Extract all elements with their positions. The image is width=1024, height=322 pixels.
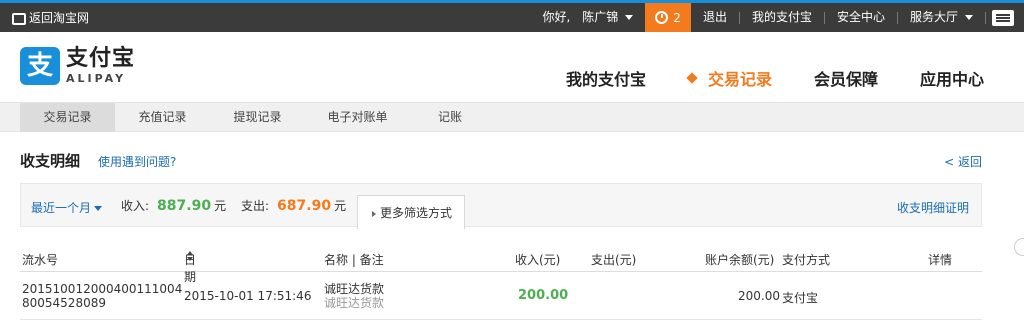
col-expense: 支出(元) — [591, 253, 637, 267]
my-alipay-link[interactable]: 我的支付宝 — [740, 3, 824, 32]
income-unit: 元 — [214, 199, 227, 213]
col-name-note: 名称 | 备注 — [324, 253, 384, 267]
row-date: 2015-10-01 17:51:46 — [184, 289, 312, 303]
col-income: 收入(元) — [515, 253, 561, 267]
row-name-note: 诚旺达货款 诚旺达货款 — [324, 282, 384, 310]
header: 支 支付宝 ALIPAY 我的支付宝 交易记录 会员保障 应用中心 — [0, 32, 1024, 102]
reminder-button[interactable]: 2 — [645, 3, 691, 32]
expense-summary: 支出: 687.90 元 — [241, 197, 346, 214]
expense-total: 687.90 — [277, 198, 332, 214]
service-hall-label: 服务大厅 — [909, 10, 958, 24]
expense-label: 支出: — [241, 199, 270, 213]
main-nav-apps[interactable]: 应用中心 — [920, 66, 984, 90]
side-float-button[interactable] — [1014, 238, 1024, 256]
alipay-logo-mark: 支 — [20, 47, 60, 85]
date-range-label: 最近一个月 — [31, 201, 92, 215]
logout-link[interactable]: 退出 — [691, 3, 739, 32]
table-header: 流水号 日期 名称 | 备注 收入(元) 支出(元) 账户余额(元) 支付方式 … — [20, 244, 982, 284]
back-icon — [12, 12, 26, 25]
chevron-down-icon — [94, 206, 103, 211]
more-filter-button[interactable]: 更多筛选方式 — [357, 195, 465, 229]
user-menu[interactable]: 陈广锦 — [576, 3, 645, 32]
tab-bookkeeping[interactable]: 记账 — [410, 103, 490, 132]
main-nav-transactions-label: 交易记录 — [707, 70, 772, 89]
alipay-logo[interactable]: 支 支付宝 ALIPAY — [20, 47, 135, 85]
reminder-count: 2 — [673, 10, 681, 25]
service-hall-menu[interactable]: 服务大厅 — [898, 3, 985, 32]
tab-withdraw[interactable]: 提现记录 — [210, 103, 305, 132]
main-nav-my-alipay[interactable]: 我的支付宝 — [566, 66, 646, 90]
divider — [985, 11, 986, 24]
serial-line-2: 80054528089 — [22, 296, 106, 310]
caret-right-icon — [372, 210, 376, 217]
statement-certificate-link[interactable]: 收支明细证明 — [897, 199, 969, 216]
row-income: 200.00 — [518, 288, 569, 303]
serial-number: 201510012000400111004 80054528089 — [22, 282, 182, 310]
back-to-taobao-label: 返回淘宝网 — [29, 11, 90, 25]
page-title: 收支明细 — [20, 152, 81, 170]
active-diamond-icon — [686, 72, 698, 84]
security-center-link[interactable]: 安全中心 — [825, 3, 897, 32]
logo-en-text: ALIPAY — [66, 71, 127, 85]
menu-list-icon[interactable] — [992, 9, 1014, 26]
tab-e-statement[interactable]: 电子对账单 — [305, 103, 410, 132]
date-range-select[interactable]: 最近一个月 — [31, 199, 103, 216]
row-method: 支付宝 — [782, 291, 819, 305]
user-name: 陈广锦 — [582, 10, 619, 24]
income-total: 887.90 — [157, 198, 212, 214]
help-link[interactable]: 使用遇到问题? — [98, 153, 176, 170]
chevron-down-icon — [965, 15, 973, 20]
top-bar-right: 你好, 陈广锦 2 退出 我的支付宝 安全中心 服务大厅 — [530, 3, 1024, 32]
row-balance: 200.00 — [738, 289, 780, 303]
tab-recharge[interactable]: 充值记录 — [115, 103, 210, 132]
row-name[interactable]: 诚旺达货款 — [324, 282, 384, 296]
top-bar: 返回淘宝网 你好, 陈广锦 2 退出 我的支付宝 安全中心 服务大厅 — [0, 0, 1024, 32]
income-summary: 收入: 887.90 元 — [121, 197, 226, 214]
back-to-taobao-link[interactable]: 返回淘宝网 — [12, 9, 89, 26]
expense-unit: 元 — [334, 199, 347, 213]
greeting: 你好, — [542, 10, 571, 24]
more-filter-label: 更多筛选方式 — [380, 206, 453, 220]
tab-transactions[interactable]: 交易记录 — [20, 103, 115, 132]
table-row: 201510012000400111004 80054528089 2015-1… — [20, 272, 982, 320]
alarm-clock-icon — [655, 11, 669, 24]
summary-bar: 最近一个月 收入: 887.90 元 支出: 687.90 元 更多筛选方式 收支明细证… — [20, 183, 982, 229]
main-nav-transactions[interactable]: 交易记录 — [686, 66, 772, 90]
logo-cn-text: 支付宝 — [66, 45, 136, 71]
sort-icon — [187, 251, 194, 261]
sub-nav: 交易记录 充值记录 提现记录 电子对账单 记账 — [0, 102, 1024, 132]
col-balance: 账户余额(元) — [705, 253, 775, 267]
serial-line-1: 201510012000400111004 — [22, 282, 183, 296]
back-link[interactable]: < 返回 — [944, 153, 982, 170]
col-method: 支付方式 — [782, 253, 831, 267]
income-label: 收入: — [121, 199, 150, 213]
main-nav: 我的支付宝 交易记录 会员保障 应用中心 — [524, 66, 984, 90]
row-note: 诚旺达货款 — [324, 296, 385, 310]
main-nav-protection[interactable]: 会员保障 — [814, 66, 878, 90]
col-serial: 流水号 — [22, 253, 59, 267]
col-detail: 详情 — [928, 253, 953, 267]
chevron-down-icon — [625, 15, 634, 20]
